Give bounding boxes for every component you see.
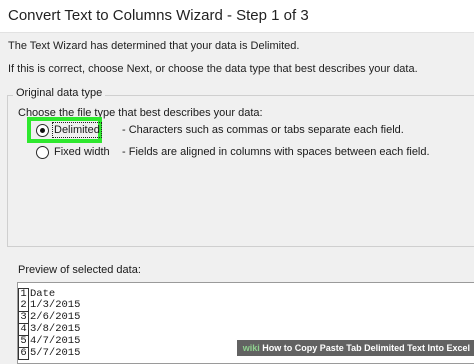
watermark-text: How to Copy Paste Tab Delimited Text Int… (262, 343, 470, 353)
preview-row-value: 2/6/2015 (30, 311, 81, 323)
preview-row-value: 1/3/2015 (30, 299, 81, 311)
watermark-brand: wiki (242, 343, 260, 353)
window-title: Convert Text to Columns Wizard - Step 1 … (8, 7, 309, 24)
preview-row-value: 3/8/2015 (30, 323, 81, 335)
fixed-width-radio[interactable] (36, 146, 49, 159)
original-data-type-legend: Original data type (13, 87, 106, 99)
preview-label: Preview of selected data: (18, 264, 141, 276)
preview-row-number: 6 (18, 348, 29, 360)
preview-row: 6 5/7/2015 (18, 347, 81, 360)
delimited-radio[interactable] (36, 124, 49, 137)
intro-line-2: If this is correct, choose Next, or choo… (8, 63, 418, 75)
preview-row: 5 4/7/2015 (18, 335, 81, 348)
delimited-label[interactable]: Delimited (52, 122, 102, 138)
preview-row-value: 4/7/2015 (30, 335, 81, 347)
delimited-description: - Characters such as commas or tabs sepa… (122, 124, 404, 136)
title-bar: Convert Text to Columns Wizard - Step 1 … (0, 0, 474, 33)
preview-row: 4 3/8/2015 (18, 323, 81, 336)
wikihow-watermark: wiki How to Copy Paste Tab Delimited Tex… (236, 340, 474, 356)
preview-row-value: 5/7/2015 (30, 347, 81, 359)
preview-row: 1 Date (18, 288, 55, 301)
intro-line-1: The Text Wizard has determined that your… (8, 40, 300, 52)
radio-selected-dot (40, 128, 45, 133)
fixed-width-description: - Fields are aligned in columns with spa… (122, 146, 430, 158)
preview-row: 2 1/3/2015 (18, 299, 81, 312)
preview-row: 3 2/6/2015 (18, 311, 81, 324)
fixed-width-label[interactable]: Fixed width (54, 146, 110, 158)
